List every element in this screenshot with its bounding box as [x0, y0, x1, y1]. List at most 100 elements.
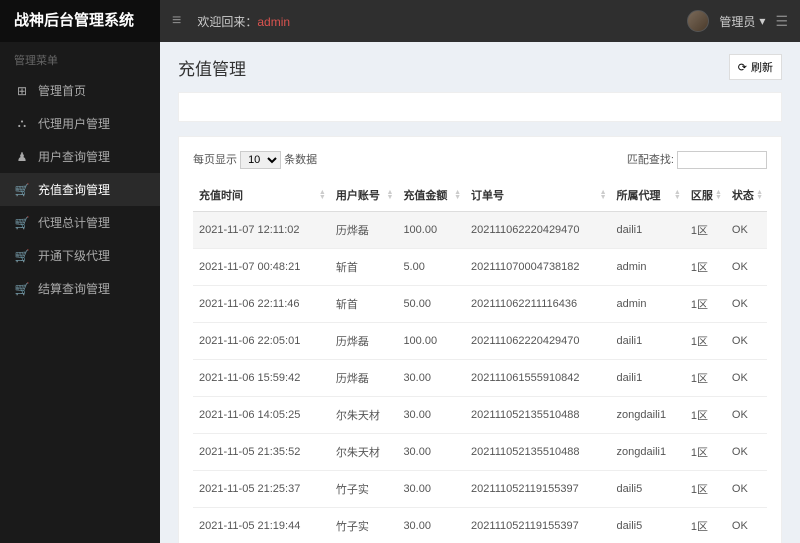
cell-amount: 30.00: [397, 397, 465, 434]
cell-user: 历烨磊: [330, 323, 398, 360]
avatar[interactable]: [687, 10, 709, 32]
cell-amount: 100.00: [397, 323, 465, 360]
cell-user: 尔朱天材: [330, 397, 398, 434]
cell-zone: 1区: [685, 212, 726, 249]
cell-agent: daili5: [611, 508, 685, 543]
cart-icon: 🛒: [14, 282, 30, 296]
page-title: 充值管理: [178, 55, 246, 80]
cart-icon: 🛒: [14, 249, 30, 263]
cell-zone: 1区: [685, 249, 726, 286]
settings-icon[interactable]: ☰: [775, 13, 788, 30]
cell-user: 尔朱天材: [330, 434, 398, 471]
cell-status: OK: [726, 323, 767, 360]
sort-icon: ▲▼: [715, 190, 722, 200]
cell-status: OK: [726, 471, 767, 508]
menu-section-title: 管理菜单: [0, 42, 160, 74]
cell-agent: admin: [611, 286, 685, 323]
sidebar-item-label: 充值查询管理: [38, 181, 110, 198]
cell-status: OK: [726, 397, 767, 434]
cell-time: 2021-11-06 22:05:01: [193, 323, 330, 360]
cell-status: OK: [726, 434, 767, 471]
cell-zone: 1区: [685, 508, 726, 543]
cell-time: 2021-11-06 22:11:46: [193, 286, 330, 323]
cell-order: 202111052119155397: [465, 471, 610, 508]
cell-time: 2021-11-07 00:48:21: [193, 249, 330, 286]
cell-zone: 1区: [685, 360, 726, 397]
sidebar-item-2[interactable]: ♟用户查询管理: [0, 140, 160, 173]
cell-zone: 1区: [685, 471, 726, 508]
sitemap-icon: ⛬: [14, 116, 30, 131]
sort-icon: ▲▼: [756, 190, 763, 200]
table-row[interactable]: 2021-11-07 00:48:21斩首5.00202111070004738…: [193, 249, 767, 286]
page-length-control: 每页显示 10 条数据: [193, 151, 317, 169]
cell-zone: 1区: [685, 397, 726, 434]
col-header-3[interactable]: 订单号▲▼: [465, 179, 610, 212]
cell-zone: 1区: [685, 286, 726, 323]
cart-icon: 🛒: [14, 183, 30, 197]
sidebar-item-3[interactable]: 🛒 充值查询管理: [0, 173, 160, 206]
col-header-6[interactable]: 状态▲▼: [726, 179, 767, 212]
sort-icon: ▲▼: [387, 190, 394, 200]
sidebar-item-label: 管理首页: [38, 82, 86, 99]
cell-status: OK: [726, 508, 767, 543]
sidebar-item-1[interactable]: ⛬ 代理用户管理: [0, 107, 160, 140]
table-row[interactable]: 2021-11-06 14:05:25尔朱天材30.00202111052135…: [193, 397, 767, 434]
col-header-2[interactable]: 充值金额▲▼: [397, 179, 465, 212]
cell-agent: daili1: [611, 212, 685, 249]
col-header-1[interactable]: 用户账号▲▼: [330, 179, 398, 212]
sidebar-item-label: 代理总计管理: [38, 214, 110, 231]
table-row[interactable]: 2021-11-06 15:59:42历烨磊30.002021110615559…: [193, 360, 767, 397]
filter-bar: [178, 92, 782, 122]
cell-user: 历烨磊: [330, 360, 398, 397]
sort-icon: ▲▼: [600, 190, 607, 200]
refresh-button[interactable]: ⟳ 刷新: [729, 54, 782, 80]
recharge-table: 充值时间▲▼用户账号▲▼充值金额▲▼订单号▲▼所属代理▲▼区服▲▼状态▲▼ 20…: [193, 179, 767, 543]
col-header-0[interactable]: 充值时间▲▼: [193, 179, 330, 212]
cell-user: 斩首: [330, 286, 398, 323]
sidebar-item-4[interactable]: 🛒 代理总计管理: [0, 206, 160, 239]
table-row[interactable]: 2021-11-06 22:11:46斩首50.0020211106221111…: [193, 286, 767, 323]
table-row[interactable]: 2021-11-06 22:05:01历烨磊100.00202111062220…: [193, 323, 767, 360]
col-header-5[interactable]: 区服▲▼: [685, 179, 726, 212]
sidebar-item-0[interactable]: ⊞管理首页: [0, 74, 160, 107]
page-length-select[interactable]: 10: [240, 151, 281, 169]
cell-time: 2021-11-07 12:11:02: [193, 212, 330, 249]
chevron-down-icon: ▾: [759, 14, 765, 28]
cell-order: 202111052135510488: [465, 434, 610, 471]
cell-status: OK: [726, 249, 767, 286]
sidebar-item-label: 结算查询管理: [38, 280, 110, 297]
cell-status: OK: [726, 360, 767, 397]
sort-icon: ▲▼: [674, 190, 681, 200]
cell-order: 202111062220429470: [465, 212, 610, 249]
user-dropdown[interactable]: 管理员 ▾: [719, 13, 765, 30]
cart-icon: 🛒: [14, 216, 30, 230]
menu-toggle-icon[interactable]: ≡: [172, 12, 181, 30]
col-header-4[interactable]: 所属代理▲▼: [611, 179, 685, 212]
sort-icon: ▲▼: [319, 190, 326, 200]
cell-order: 202111052119155397: [465, 508, 610, 543]
cell-status: OK: [726, 212, 767, 249]
cell-user: 竹子实: [330, 471, 398, 508]
table-row[interactable]: 2021-11-07 12:11:02历烨磊100.00202111062220…: [193, 212, 767, 249]
cell-time: 2021-11-05 21:35:52: [193, 434, 330, 471]
sidebar-item-label: 代理用户管理: [38, 115, 110, 132]
search-input[interactable]: [677, 151, 767, 169]
cell-user: 斩首: [330, 249, 398, 286]
cell-zone: 1区: [685, 434, 726, 471]
sidebar-item-5[interactable]: 🛒开通下级代理: [0, 239, 160, 272]
welcome-text: 欢迎回来：admin: [197, 13, 290, 30]
sidebar: 战神后台管理系统 管理菜单 ⊞管理首页⛬代理用户管理♟用户查询管理🛒充值查询管理…: [0, 0, 160, 543]
cell-order: 202111061555910842: [465, 360, 610, 397]
cell-amount: 50.00: [397, 286, 465, 323]
table-row[interactable]: 2021-11-05 21:35:52尔朱天材30.00202111052135…: [193, 434, 767, 471]
main: ≡ 欢迎回来：admin 管理员 ▾ ☰ 充值管理 ⟳ 刷新: [160, 0, 800, 543]
cell-amount: 30.00: [397, 471, 465, 508]
table-row[interactable]: 2021-11-05 21:19:44竹子实30.002021110521191…: [193, 508, 767, 543]
sidebar-item-6[interactable]: 🛒 结算查询管理: [0, 272, 160, 305]
cell-time: 2021-11-05 21:25:37: [193, 471, 330, 508]
cell-agent: daili1: [611, 360, 685, 397]
sidebar-item-label: 用户查询管理: [38, 148, 110, 165]
cell-order: 202111062220429470: [465, 323, 610, 360]
table-row[interactable]: 2021-11-05 21:25:37竹子实30.002021110521191…: [193, 471, 767, 508]
cell-amount: 30.00: [397, 434, 465, 471]
